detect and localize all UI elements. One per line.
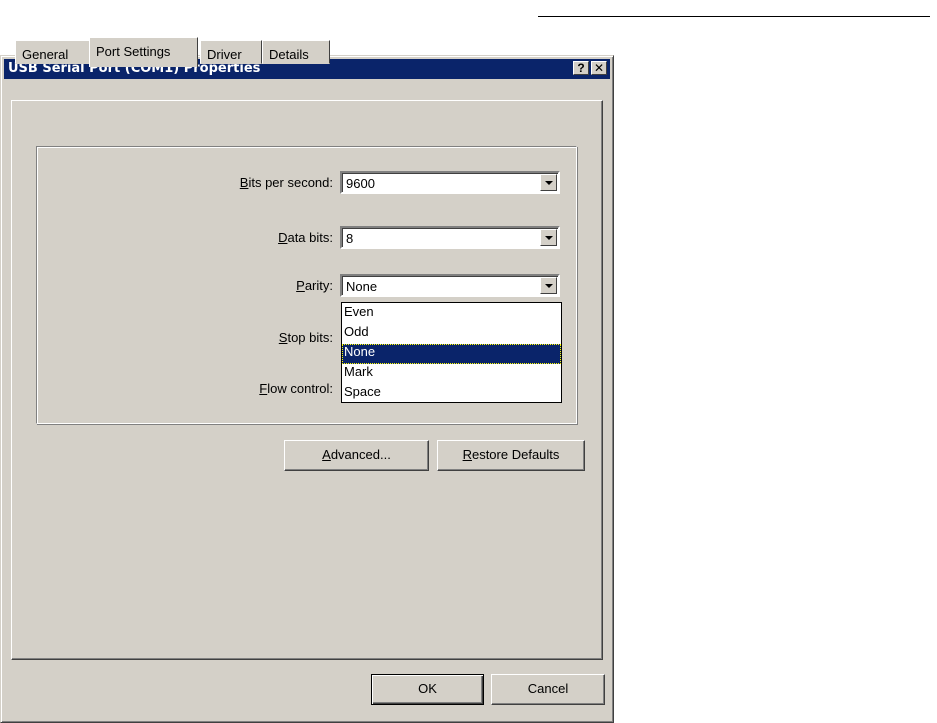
ok-button[interactable]: OK [371, 674, 484, 705]
cancel-button[interactable]: Cancel [491, 674, 605, 705]
tab-label: General [22, 47, 69, 62]
restore-defaults-button[interactable]: Restore Defaults [437, 440, 585, 471]
bits-per-second-select[interactable]: 9600 [340, 171, 560, 194]
chevron-down-icon[interactable] [540, 229, 557, 246]
parity-select[interactable]: None [340, 274, 560, 297]
parity-option-space[interactable]: Space [342, 384, 561, 404]
tab-label: Driver [207, 47, 242, 62]
tab-details[interactable]: Details [262, 40, 330, 64]
flow-control-label: Flow control: [259, 381, 333, 396]
tab-label: Details [269, 47, 309, 62]
parity-option-mark[interactable]: Mark [342, 364, 561, 384]
help-button[interactable]: ? [573, 61, 589, 75]
parity-value: None [346, 279, 378, 294]
tab-driver[interactable]: Driver [200, 40, 262, 64]
close-button[interactable]: ✕ [591, 61, 607, 75]
advanced-button[interactable]: Advanced... [284, 440, 429, 471]
data-bits-select[interactable]: 8 [340, 226, 560, 249]
chevron-down-icon[interactable] [540, 174, 557, 191]
separator-line [538, 16, 930, 17]
data-bits-label: Data bits: [278, 230, 333, 245]
tab-label: Port Settings [96, 44, 171, 59]
parity-option-odd[interactable]: Odd [342, 324, 561, 344]
parity-option-even[interactable]: Even [342, 304, 561, 324]
parity-dropdown-list[interactable]: Even Odd None Mark Space [341, 302, 562, 403]
tab-general[interactable]: General [15, 40, 90, 64]
tab-port-settings[interactable]: Port Settings [89, 37, 198, 67]
data-bits-value: 8 [346, 231, 354, 246]
parity-option-none[interactable]: None [342, 344, 561, 364]
bits-per-second-value: 9600 [346, 176, 375, 191]
parity-label: Parity: [296, 278, 333, 293]
stop-bits-label: Stop bits: [278, 330, 333, 345]
chevron-down-icon[interactable] [540, 277, 557, 294]
close-icon: ✕ [593, 61, 605, 75]
bits-per-second-label: Bits per second: [239, 175, 333, 190]
